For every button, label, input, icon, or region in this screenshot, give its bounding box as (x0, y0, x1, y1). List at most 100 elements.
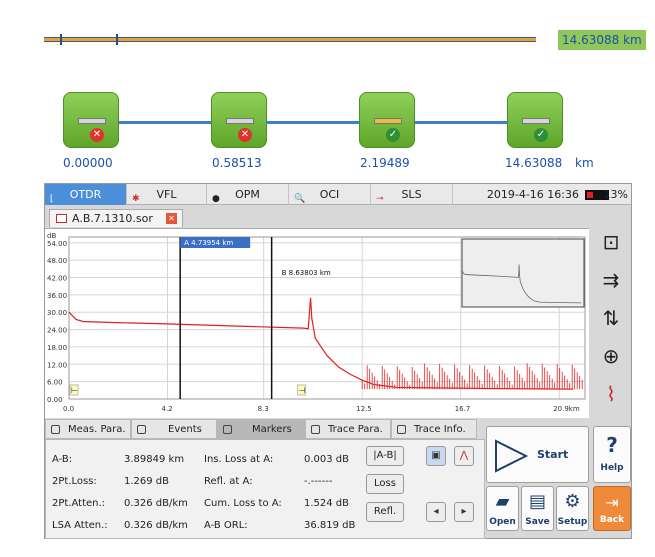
pass-icon: ✓ (386, 128, 400, 142)
field-value: 1.269 dB (124, 476, 170, 487)
tab-vfl[interactable]: ✱ VFL (127, 184, 207, 205)
y-tick-label: 24.00 (47, 327, 67, 335)
x-tick-label: 8.3 (258, 405, 269, 413)
field-value: 1.524 dB (304, 498, 350, 509)
event-node[interactable]: ✕ (63, 92, 119, 148)
save-label: Save (525, 517, 550, 527)
event-distance: 0.00000 (63, 156, 113, 170)
field-label: 2Pt.Atten.: (52, 498, 106, 509)
zoom-full-icon[interactable]: ⊡ (595, 230, 627, 260)
y-tick-label: 48.00 (47, 257, 67, 265)
file-tab[interactable]: A.B.7.1310.sor ✕ (49, 209, 183, 227)
ab-button[interactable]: |A-B| (366, 446, 404, 466)
help-label: Help (600, 463, 624, 473)
marker-left-icon[interactable]: ◂ (426, 502, 446, 522)
field-label: 2Pt.Loss: (52, 476, 97, 487)
datetime: 2019-4-16 16:36 (486, 188, 579, 201)
overview-inset (461, 238, 585, 308)
zoom-toolbar: ⊡ ⇉ ⇅ ⊕ ⌇ (591, 228, 631, 418)
battery-percent: 13% (603, 188, 628, 201)
x-tick-label: 16.7 (455, 405, 471, 413)
marker-select-icon[interactable]: ▣ (426, 446, 446, 466)
panel-tabs: Meas. Para. Events Markers Trace Para. T… (45, 419, 485, 439)
event-distance: 14.63088 (505, 156, 563, 170)
tab-events[interactable]: Events (131, 419, 217, 439)
splice-icon (226, 118, 254, 124)
close-icon[interactable]: ✕ (166, 213, 177, 224)
marker-right-icon[interactable]: ▸ (454, 502, 474, 522)
x-tick-label: 12.5 (356, 405, 372, 413)
field-value: 0.326 dB/km (124, 520, 188, 531)
y-tick-label: 0.00 (47, 396, 63, 404)
event-node[interactable]: ✓ (507, 92, 563, 148)
reflective-event-icon (374, 118, 402, 124)
span-tick (60, 34, 62, 45)
trace-chart[interactable]: 0.00 6.00 12.00 18.00 24.00 30.00 36.00 42.00 48… (45, 229, 589, 419)
zoom-horizontal-icon[interactable]: ⇉ (595, 268, 627, 298)
tab-markers[interactable]: Markers (217, 419, 305, 439)
tab-opm[interactable]: ● OPM (207, 184, 289, 205)
field-value: 36.819 dB (304, 520, 356, 531)
back-button[interactable]: ⇥ Back (593, 486, 631, 531)
refl-button[interactable]: Refl. (366, 502, 404, 522)
event-view-icon[interactable]: ⌇ (595, 382, 627, 412)
start-button[interactable]: Start (486, 426, 589, 483)
trace-line (68, 297, 574, 390)
play-icon (495, 439, 529, 473)
file-icon (56, 214, 67, 223)
field-label: Refl. at A: (204, 476, 253, 487)
event-distance: 2.19489 (360, 156, 410, 170)
field-value: -.------ (304, 476, 333, 487)
field-label: Cum. Loss to A: (204, 498, 282, 509)
save-icon: ▤ (528, 491, 546, 512)
tab-trace-para[interactable]: Trace Para. (305, 419, 391, 439)
field-value: 0.326 dB/km (124, 498, 188, 509)
event-node[interactable]: ✓ (359, 92, 415, 148)
tab-otdr[interactable]: ⌊ OTDR (45, 184, 127, 205)
file-name: A.B.7.1310.sor (72, 212, 153, 225)
marker-split-icon[interactable]: ⋀ (454, 446, 474, 466)
event-node[interactable]: ✕ (211, 92, 267, 148)
y-tick-label: 54.00 (47, 240, 67, 248)
tab-trace-info[interactable]: Trace Info. (391, 419, 477, 439)
connector-icon (78, 118, 106, 124)
panel-tab-icon (223, 425, 232, 434)
fiber-span-bar (44, 34, 536, 45)
fail-icon: ✕ (238, 128, 252, 142)
open-button[interactable]: ▰ Open (486, 486, 519, 531)
save-button[interactable]: ▤ Save (521, 486, 554, 531)
y-tick-label: 12.00 (47, 361, 67, 369)
otdr-screen: ⌊ OTDR ✱ VFL ● OPM 🔍 OCI ⊸ SLS 2019-4-16… (44, 183, 632, 539)
loss-button[interactable]: Loss (366, 474, 404, 494)
panel-tab-icon (311, 425, 320, 434)
event-map-link (90, 121, 535, 124)
field-label: LSA Atten.: (52, 520, 108, 531)
x-tick-label: 20.9km (553, 405, 580, 413)
marker-b-label: B 8.63803 km (282, 269, 331, 277)
field-value: 0.003 dB (304, 454, 350, 465)
tab-sls[interactable]: ⊸ SLS (371, 184, 453, 205)
panel-tab-icon (137, 425, 146, 434)
help-icon: ? (606, 433, 618, 457)
y-tick-label: 30.00 (47, 309, 67, 317)
zoom-vertical-icon[interactable]: ⇅ (595, 306, 627, 336)
span-tick (116, 34, 118, 45)
panel-tab-icon (51, 425, 60, 434)
start-label: Start (537, 448, 569, 461)
y-axis-label: dB (47, 232, 56, 240)
field-label: A-B: (52, 454, 73, 465)
help-button[interactable]: ? Help (593, 426, 631, 483)
back-label: Back (599, 515, 625, 525)
field-label: A-B ORL: (204, 520, 248, 531)
tab-oci[interactable]: 🔍 OCI (289, 184, 371, 205)
event-distance: 0.58513 (212, 156, 262, 170)
trace-plot[interactable]: 0.00 6.00 12.00 18.00 24.00 30.00 36.00 42.00 48… (45, 228, 589, 418)
open-label: Open (489, 517, 516, 527)
fail-icon: ✕ (90, 128, 104, 142)
tab-meas-para[interactable]: Meas. Para. (45, 419, 131, 439)
setup-label: Setup (557, 517, 588, 527)
zoom-in-icon[interactable]: ⊕ (595, 344, 627, 374)
exit-icon: ⇥ (605, 493, 619, 512)
setup-button[interactable]: ⚙ Setup (556, 486, 589, 531)
panel-tab-icon (397, 425, 406, 434)
